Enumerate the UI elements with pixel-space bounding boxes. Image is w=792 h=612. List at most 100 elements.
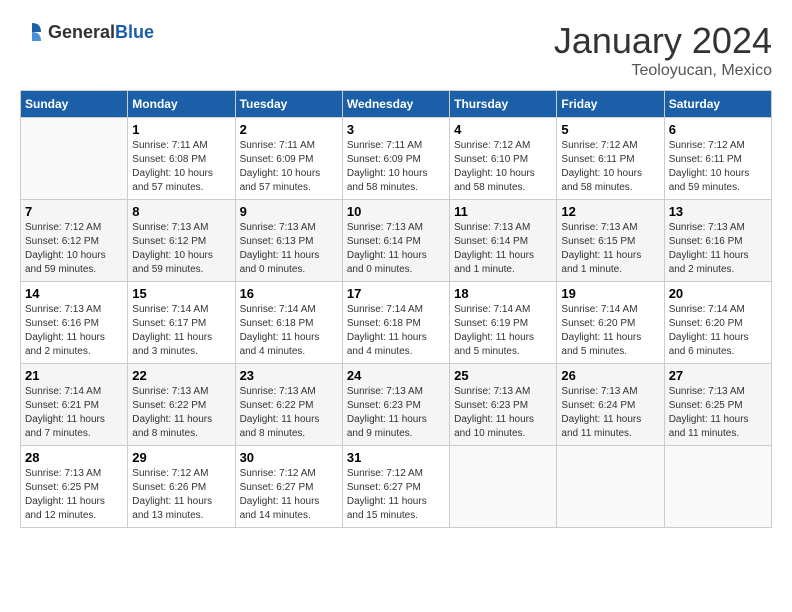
logo-text-blue: Blue	[115, 22, 154, 42]
day-info: Sunrise: 7:12 AM Sunset: 6:27 PM Dayligh…	[347, 467, 445, 523]
calendar-cell: 3 Sunrise: 7:11 AM Sunset: 6:09 PM Daylig…	[342, 118, 449, 200]
day-info: Sunrise: 7:12 AM Sunset: 6:27 PM Dayligh…	[240, 467, 338, 523]
day-info: Sunrise: 7:11 AM Sunset: 6:09 PM Dayligh…	[240, 139, 338, 195]
calendar-week-row: 14Sunrise: 7:13 AM Sunset: 6:16 PM Dayli…	[21, 282, 772, 364]
day-header-sunday: Sunday	[21, 91, 128, 118]
day-number: 17	[347, 286, 445, 301]
calendar-cell: 16 Sunrise: 7:14 AM Sunset: 6:18 PM Dayli…	[235, 282, 342, 364]
day-info: Sunrise: 7:14 AM Sunset: 6:17 PM Dayligh…	[132, 303, 230, 359]
day-number: 15	[132, 286, 230, 301]
calendar-week-row: 1 Sunrise: 7:11 AM Sunset: 6:08 PM Daylig…	[21, 118, 772, 200]
day-info: Sunrise: 7:13 AM Sunset: 6:25 PM Dayligh…	[669, 385, 767, 441]
calendar-cell: 20 Sunrise: 7:14 AM Sunset: 6:20 PM Dayli…	[664, 282, 771, 364]
day-number: 27	[669, 368, 767, 383]
day-info: Sunrise: 7:13 AM Sunset: 6:13 PM Dayligh…	[240, 221, 338, 277]
calendar-cell: 24 Sunrise: 7:13 AM Sunset: 6:23 PM Dayli…	[342, 364, 449, 446]
day-info: Sunrise: 7:13 AM Sunset: 6:22 PM Dayligh…	[240, 385, 338, 441]
day-number: 28	[25, 450, 123, 465]
calendar-cell: 9Sunrise: 7:13 AM Sunset: 6:13 PM Daylig…	[235, 200, 342, 282]
day-number: 1	[132, 122, 230, 137]
calendar-week-row: 7 Sunrise: 7:12 AM Sunset: 6:12 PM Daylig…	[21, 200, 772, 282]
day-info: Sunrise: 7:13 AM Sunset: 6:12 PM Dayligh…	[132, 221, 230, 277]
day-header-saturday: Saturday	[664, 91, 771, 118]
day-info: Sunrise: 7:13 AM Sunset: 6:22 PM Dayligh…	[132, 385, 230, 441]
day-info: Sunrise: 7:13 AM Sunset: 6:16 PM Dayligh…	[669, 221, 767, 277]
day-header-thursday: Thursday	[450, 91, 557, 118]
calendar-cell: 22 Sunrise: 7:13 AM Sunset: 6:22 PM Dayli…	[128, 364, 235, 446]
day-info: Sunrise: 7:14 AM Sunset: 6:18 PM Dayligh…	[347, 303, 445, 359]
day-info: Sunrise: 7:12 AM Sunset: 6:12 PM Dayligh…	[25, 221, 123, 277]
calendar-cell: 11Sunrise: 7:13 AM Sunset: 6:14 PM Dayli…	[450, 200, 557, 282]
day-info: Sunrise: 7:11 AM Sunset: 6:08 PM Dayligh…	[132, 139, 230, 195]
calendar-cell	[450, 446, 557, 528]
day-info: Sunrise: 7:14 AM Sunset: 6:21 PM Dayligh…	[25, 385, 123, 441]
calendar-week-row: 21 Sunrise: 7:14 AM Sunset: 6:21 PM Dayli…	[21, 364, 772, 446]
day-number: 20	[669, 286, 767, 301]
day-info: Sunrise: 7:14 AM Sunset: 6:20 PM Dayligh…	[669, 303, 767, 359]
day-number: 6	[669, 122, 767, 137]
calendar-cell: 25 Sunrise: 7:13 AM Sunset: 6:23 PM Dayli…	[450, 364, 557, 446]
day-info: Sunrise: 7:13 AM Sunset: 6:23 PM Dayligh…	[347, 385, 445, 441]
day-info: Sunrise: 7:11 AM Sunset: 6:09 PM Dayligh…	[347, 139, 445, 195]
day-number: 29	[132, 450, 230, 465]
calendar-cell: 2Sunrise: 7:11 AM Sunset: 6:09 PM Daylig…	[235, 118, 342, 200]
day-number: 3	[347, 122, 445, 137]
day-number: 18	[454, 286, 552, 301]
calendar-cell: 10 Sunrise: 7:13 AM Sunset: 6:14 PM Dayli…	[342, 200, 449, 282]
day-number: 4	[454, 122, 552, 137]
day-number: 12	[561, 204, 659, 219]
calendar-cell: 21 Sunrise: 7:14 AM Sunset: 6:21 PM Dayli…	[21, 364, 128, 446]
day-number: 23	[240, 368, 338, 383]
calendar-cell: 14Sunrise: 7:13 AM Sunset: 6:16 PM Dayli…	[21, 282, 128, 364]
day-info: Sunrise: 7:14 AM Sunset: 6:18 PM Dayligh…	[240, 303, 338, 359]
calendar-cell: 31 Sunrise: 7:12 AM Sunset: 6:27 PM Dayli…	[342, 446, 449, 528]
day-info: Sunrise: 7:12 AM Sunset: 6:11 PM Dayligh…	[561, 139, 659, 195]
day-number: 31	[347, 450, 445, 465]
day-number: 5	[561, 122, 659, 137]
calendar-cell: 4 Sunrise: 7:12 AM Sunset: 6:10 PM Daylig…	[450, 118, 557, 200]
day-number: 13	[669, 204, 767, 219]
calendar-cell: 26 Sunrise: 7:13 AM Sunset: 6:24 PM Dayli…	[557, 364, 664, 446]
title-section: January 2024 Teoloyucan, Mexico	[554, 20, 772, 80]
location-title: Teoloyucan, Mexico	[554, 62, 772, 80]
calendar-cell: 29Sunrise: 7:12 AM Sunset: 6:26 PM Dayli…	[128, 446, 235, 528]
calendar-cell: 23 Sunrise: 7:13 AM Sunset: 6:22 PM Dayli…	[235, 364, 342, 446]
day-info: Sunrise: 7:13 AM Sunset: 6:24 PM Dayligh…	[561, 385, 659, 441]
day-info: Sunrise: 7:13 AM Sunset: 6:23 PM Dayligh…	[454, 385, 552, 441]
calendar-cell: 5 Sunrise: 7:12 AM Sunset: 6:11 PM Daylig…	[557, 118, 664, 200]
day-number: 19	[561, 286, 659, 301]
calendar-header-row: SundayMondayTuesdayWednesdayThursdayFrid…	[21, 91, 772, 118]
calendar-cell: 19 Sunrise: 7:14 AM Sunset: 6:20 PM Dayli…	[557, 282, 664, 364]
day-header-tuesday: Tuesday	[235, 91, 342, 118]
day-info: Sunrise: 7:12 AM Sunset: 6:10 PM Dayligh…	[454, 139, 552, 195]
day-info: Sunrise: 7:14 AM Sunset: 6:19 PM Dayligh…	[454, 303, 552, 359]
day-info: Sunrise: 7:13 AM Sunset: 6:15 PM Dayligh…	[561, 221, 659, 277]
day-header-monday: Monday	[128, 91, 235, 118]
page-header: GeneralBlue January 2024 Teoloyucan, Mex…	[20, 20, 772, 80]
day-number: 7	[25, 204, 123, 219]
calendar-week-row: 28 Sunrise: 7:13 AM Sunset: 6:25 PM Dayli…	[21, 446, 772, 528]
day-number: 22	[132, 368, 230, 383]
calendar-cell: 13 Sunrise: 7:13 AM Sunset: 6:16 PM Dayli…	[664, 200, 771, 282]
day-info: Sunrise: 7:14 AM Sunset: 6:20 PM Dayligh…	[561, 303, 659, 359]
day-number: 8	[132, 204, 230, 219]
day-info: Sunrise: 7:13 AM Sunset: 6:25 PM Dayligh…	[25, 467, 123, 523]
day-number: 25	[454, 368, 552, 383]
day-info: Sunrise: 7:13 AM Sunset: 6:14 PM Dayligh…	[347, 221, 445, 277]
calendar-cell: 12 Sunrise: 7:13 AM Sunset: 6:15 PM Dayli…	[557, 200, 664, 282]
logo: GeneralBlue	[20, 20, 154, 44]
calendar-cell	[664, 446, 771, 528]
day-info: Sunrise: 7:12 AM Sunset: 6:11 PM Dayligh…	[669, 139, 767, 195]
day-number: 16	[240, 286, 338, 301]
calendar-cell	[21, 118, 128, 200]
logo-icon	[20, 20, 44, 44]
calendar-cell: 27 Sunrise: 7:13 AM Sunset: 6:25 PM Dayli…	[664, 364, 771, 446]
day-number: 24	[347, 368, 445, 383]
day-number: 21	[25, 368, 123, 383]
calendar-cell: 30Sunrise: 7:12 AM Sunset: 6:27 PM Dayli…	[235, 446, 342, 528]
day-number: 14	[25, 286, 123, 301]
day-number: 10	[347, 204, 445, 219]
day-number: 26	[561, 368, 659, 383]
calendar-cell: 17 Sunrise: 7:14 AM Sunset: 6:18 PM Dayli…	[342, 282, 449, 364]
day-number: 11	[454, 204, 552, 219]
